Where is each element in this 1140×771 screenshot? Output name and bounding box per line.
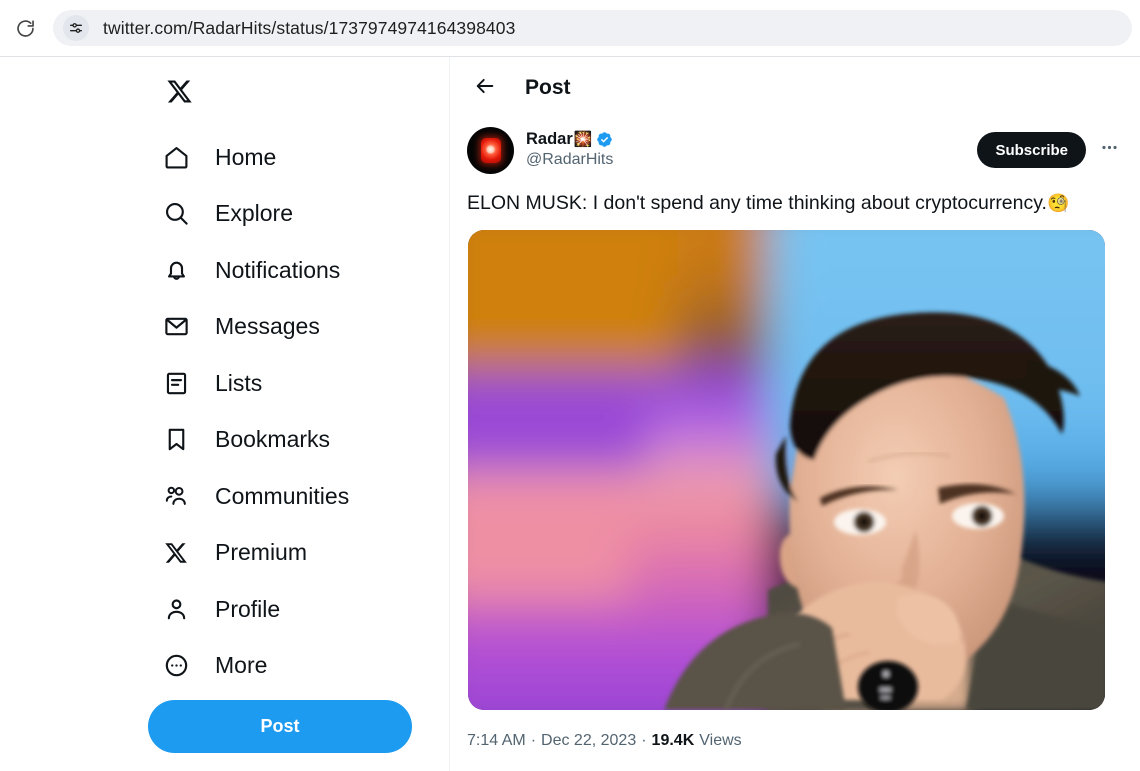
main-column: Post Radar 🎇 @RadarHits Subscribe ELON M… [451,57,1140,771]
x-logo-icon[interactable] [158,70,200,112]
tweet-media-image[interactable] [468,230,1105,710]
site-settings-tune-icon[interactable] [63,15,89,41]
meta-separator: · [641,732,647,749]
more-circle-icon [158,652,194,679]
sidebar: Home Explore Notifications Messages List… [0,57,450,771]
person-icon [158,596,194,623]
more-horizontal-icon [1100,138,1119,162]
sidebar-item-label: Premium [215,539,308,566]
bell-icon [158,257,194,284]
author-display-name: Radar [526,129,573,148]
sidebar-item-label: Notifications [215,256,341,283]
views-count: 19.4K [651,732,695,749]
url-text: twitter.com/RadarHits/status/17379749741… [103,17,516,38]
tweet-text-emoji: 🧐 [1046,193,1070,213]
sidebar-item-bookmarks[interactable]: Bookmarks [148,412,428,469]
sidebar-item-communities[interactable]: Communities [148,468,428,525]
sidebar-item-messages[interactable]: Messages [148,299,428,356]
bookmark-icon [158,426,194,453]
sidebar-item-label: Bookmarks [215,426,331,453]
subscribe-button[interactable]: Subscribe [977,132,1086,168]
browser-toolbar: twitter.com/RadarHits/status/17379749741… [0,0,1140,57]
sidebar-item-label: Profile [215,595,281,622]
elon-musk-photo [468,230,1105,710]
tweet-text: ELON MUSK: I don't spend any time thinki… [467,190,1127,216]
sidebar-item-notifications[interactable]: Notifications [148,242,428,299]
sidebar-item-profile[interactable]: Profile [148,581,428,638]
author-names[interactable]: Radar 🎇 @RadarHits [526,130,613,171]
more-options-button[interactable] [1092,133,1126,167]
header-actions: Subscribe [977,132,1126,168]
meta-separator: · [530,732,537,749]
envelope-icon [158,313,194,340]
radar-avatar-icon [480,137,501,163]
sidebar-item-lists[interactable]: Lists [148,355,428,412]
post-button[interactable]: Post [148,700,412,753]
sidebar-item-more[interactable]: More [148,638,428,695]
home-icon [158,144,194,171]
author-handle: @RadarHits [526,150,614,168]
post-header: Post [451,57,1140,119]
page-content: Home Explore Notifications Messages List… [0,57,1140,771]
sidebar-item-home[interactable]: Home [148,129,428,186]
sidebar-item-label: Explore [215,200,293,227]
author-name-emoji: 🎇 [573,130,593,148]
verified-badge-icon[interactable] [596,131,613,148]
sidebar-item-label: Home [215,143,277,170]
reload-button[interactable] [9,12,41,44]
sidebar-item-label: Lists [215,369,263,396]
author-row: Radar 🎇 @RadarHits Subscribe [451,119,1140,181]
address-bar[interactable]: twitter.com/RadarHits/status/17379749741… [53,10,1132,46]
avatar[interactable] [467,126,514,174]
sidebar-item-premium[interactable]: Premium [148,525,428,582]
tweet-date: Dec 22, 2023 [541,732,637,749]
tweet-text-body: ELON MUSK: I don't spend any time thinki… [467,192,1047,214]
sidebar-item-label: Communities [215,482,350,509]
sidebar-item-label: More [215,652,268,679]
tweet-meta: 7:14 AM · Dec 22, 2023 · 19.4K Views [467,732,742,750]
reload-icon [15,18,36,39]
page-title: Post [525,76,571,99]
search-icon [158,200,194,227]
people-icon [158,483,194,510]
sidebar-item-explore[interactable]: Explore [148,186,428,243]
back-button[interactable] [467,70,503,106]
tweet-time: 7:14 AM [467,732,526,749]
list-icon [158,370,194,397]
sidebar-nav: Home Explore Notifications Messages List… [148,129,428,694]
back-arrow-icon [474,75,496,102]
author-name-line: Radar 🎇 [526,130,613,149]
views-label: Views [699,732,742,749]
x-icon [158,541,194,565]
sidebar-item-label: Messages [215,313,320,340]
